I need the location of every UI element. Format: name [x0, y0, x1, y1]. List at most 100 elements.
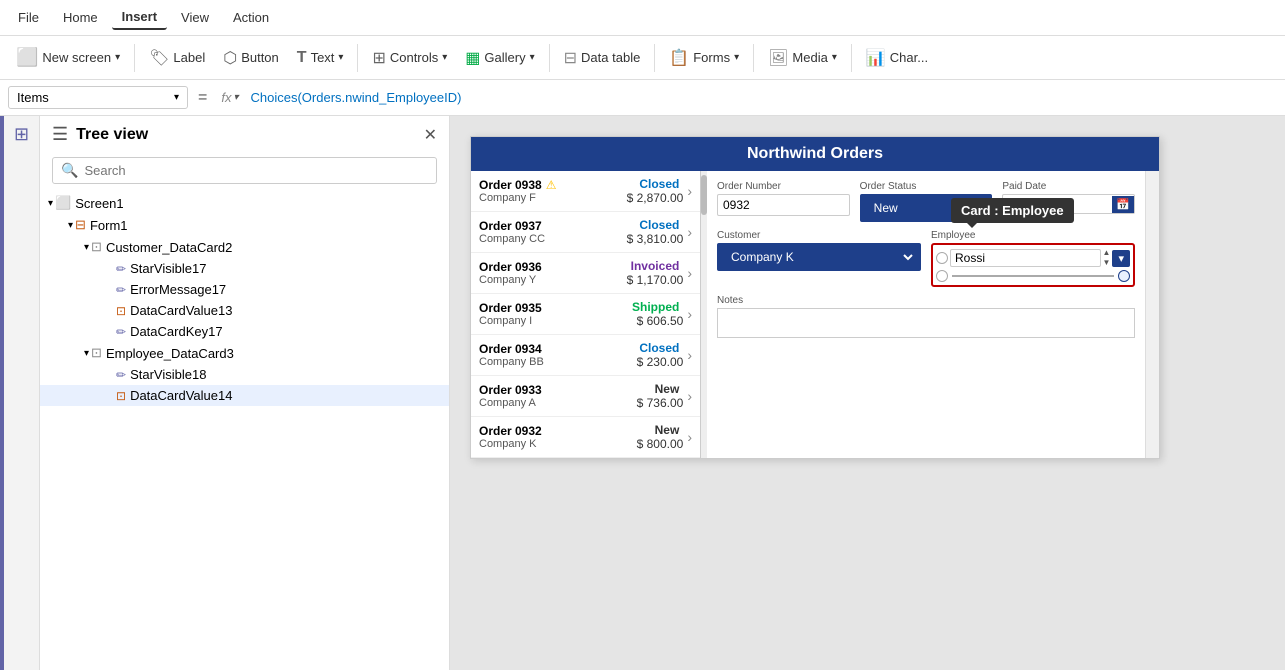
notes-input[interactable]: [717, 308, 1135, 338]
menu-file[interactable]: File: [8, 6, 49, 29]
order-item-0935[interactable]: Order 0935 Company I Shipped $ 606.50 ›: [471, 294, 700, 335]
employee-line: [952, 275, 1114, 277]
new-screen-label: New screen: [42, 50, 111, 65]
gallery-button[interactable]: ▦ Gallery ▾: [457, 44, 542, 72]
charts-icon: 📊: [866, 48, 886, 68]
text-arrow: ▾: [338, 52, 343, 63]
divider5: [753, 44, 754, 72]
menu-bar: File Home Insert View Action: [0, 0, 1285, 36]
media-button[interactable]: 🖼 Media ▾: [760, 44, 845, 72]
property-value: Items: [17, 90, 49, 105]
gallery-arrow: ▾: [530, 52, 535, 63]
tree-item-starvisible17[interactable]: ✏ StarVisible17: [40, 258, 449, 279]
divider4: [654, 44, 655, 72]
order-0935-amount: $ 606.50: [632, 314, 683, 328]
button-btn-label: Button: [241, 50, 279, 65]
main-layout: ⊞ ☰ Tree view ✕ 🔍 ▾ ⬜ Screen1: [0, 116, 1285, 670]
menu-action[interactable]: Action: [223, 6, 279, 29]
order-0938-amount: $ 2,870.00: [627, 191, 684, 205]
form1-label: Form1: [90, 218, 128, 233]
layers-icon[interactable]: ⊞: [14, 124, 29, 145]
order-status-label: Order Status: [860, 181, 993, 192]
order-item-0937[interactable]: Order 0937 Company CC Closed $ 3,810.00 …: [471, 212, 700, 253]
charts-button[interactable]: 📊 Char...: [858, 44, 936, 72]
order-item-0934[interactable]: Order 0934 Company BB Closed $ 230.00 ›: [471, 335, 700, 376]
employee-input[interactable]: [950, 249, 1101, 267]
order-number-field: Order Number: [717, 181, 850, 222]
property-dropdown[interactable]: Items ▾: [8, 86, 188, 109]
order-item-0932[interactable]: Order 0932 Company K New $ 800.00 ›: [471, 417, 700, 458]
forms-icon: 📋: [669, 48, 689, 68]
order-0936-company: Company Y: [479, 274, 627, 286]
order-0933-amount: $ 736.00: [637, 396, 684, 410]
fx-area: fx ▾: [217, 90, 242, 105]
menu-view[interactable]: View: [171, 6, 219, 29]
close-panel-button[interactable]: ✕: [424, 125, 437, 145]
tree-item-customer-datacard2[interactable]: ▾ ⊡ Customer_DataCard2: [40, 236, 449, 258]
detail-scrollbar[interactable]: [1145, 171, 1159, 458]
order-0934-status: Closed: [637, 341, 680, 355]
order-0934-num: Order 0934: [479, 342, 637, 356]
order-0938-company: Company F: [479, 192, 627, 204]
order-0937-status: Closed: [627, 218, 680, 232]
tree-item-datacardvalue14[interactable]: ⊡ DataCardValue14: [40, 385, 449, 406]
order-0938-chevron: ›: [687, 183, 692, 199]
customer-dc2-arrow: ▾: [84, 242, 89, 253]
gallery-icon: ▦: [465, 48, 480, 68]
button-button[interactable]: ⬡ Button: [215, 44, 287, 72]
calendar-icon[interactable]: 📅: [1112, 196, 1134, 213]
order-0936-amount: $ 1,170.00: [627, 273, 684, 287]
menu-home[interactable]: Home: [53, 6, 108, 29]
tree-item-starvisible18[interactable]: ✏ StarVisible18: [40, 364, 449, 385]
order-item-0936[interactable]: Order 0936 Company Y Invoiced $ 1,170.00…: [471, 253, 700, 294]
search-bar: 🔍: [52, 157, 437, 184]
forms-button[interactable]: 📋 Forms ▾: [661, 44, 747, 72]
form1-arrow: ▾: [68, 220, 73, 231]
fx-icon: fx: [221, 90, 231, 105]
order-0935-chevron: ›: [687, 306, 692, 322]
customer-label: Customer: [717, 230, 921, 241]
text-icon: T: [297, 49, 307, 67]
data-table-button[interactable]: ⊟ Data table: [556, 44, 649, 72]
media-btn-label: Media: [792, 50, 827, 65]
order-0934-status-block: Closed $ 230.00: [637, 341, 684, 369]
tree-item-datacardkey17[interactable]: ✏ DataCardKey17: [40, 321, 449, 342]
tree-item-datacardvalue13[interactable]: ⊡ DataCardValue13: [40, 300, 449, 321]
sv18-label: StarVisible18: [130, 367, 206, 382]
order-item-0933[interactable]: Order 0933 Company A New $ 736.00 ›: [471, 376, 700, 417]
employee-dropdown-btn[interactable]: ▾: [1112, 250, 1130, 267]
employee-spin-down[interactable]: ▼: [1103, 258, 1111, 268]
tree-item-errormessage17[interactable]: ✏ ErrorMessage17: [40, 279, 449, 300]
notes-field: Notes: [717, 295, 1135, 338]
tree-item-screen1[interactable]: ▾ ⬜ Screen1: [40, 192, 449, 214]
customer-select-wrapper: Company K: [717, 243, 921, 271]
label-button[interactable]: 🏷 Label: [141, 44, 213, 72]
controls-button[interactable]: ⊞ Controls ▾: [364, 44, 455, 72]
order-0933-chevron: ›: [687, 388, 692, 404]
order-0936-chevron: ›: [687, 265, 692, 281]
customer-select[interactable]: Company K: [722, 246, 916, 268]
formula-input[interactable]: [247, 88, 1278, 107]
order-item-0938[interactable]: Order 0938 ⚠ Company F Closed $ 2,870.00…: [471, 171, 700, 212]
tree-item-form1[interactable]: ▾ ⊟ Form1: [40, 214, 449, 236]
tree-item-employee-datacard3[interactable]: ▾ ⊡ Employee_DataCard3: [40, 342, 449, 364]
text-btn-label: Text: [311, 50, 335, 65]
employee-field: Card : Employee Employee ▲: [931, 230, 1135, 287]
customer-dc2-label: Customer_DataCard2: [106, 240, 232, 255]
menu-insert[interactable]: Insert: [112, 5, 167, 30]
sv17-label: StarVisible17: [130, 261, 206, 276]
order-number-input[interactable]: [717, 194, 850, 216]
property-arrow: ▾: [174, 92, 179, 103]
employee-spin-up[interactable]: ▲: [1103, 248, 1111, 258]
order-number-label: Order Number: [717, 181, 850, 192]
new-screen-icon: ⬜: [16, 47, 38, 68]
new-screen-button[interactable]: ⬜ New screen ▾: [8, 43, 128, 72]
order-0934-company: Company BB: [479, 356, 637, 368]
search-input[interactable]: [84, 163, 428, 178]
sv17-icon: ✏: [116, 262, 126, 276]
text-button[interactable]: T Text ▾: [289, 45, 352, 71]
employee-tooltip: Card : Employee: [951, 198, 1074, 223]
gallery-btn-label: Gallery: [484, 50, 525, 65]
hamburger-icon[interactable]: ☰: [52, 124, 68, 145]
charts-btn-label: Char...: [890, 50, 928, 65]
